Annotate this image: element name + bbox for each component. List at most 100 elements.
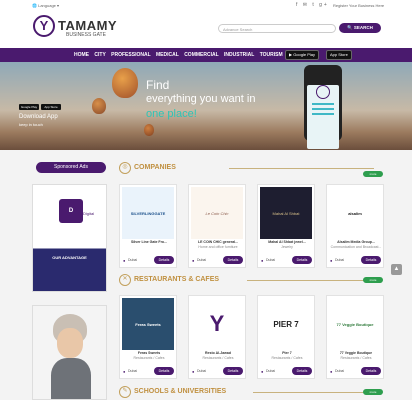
sponsored-ad[interactable]: D Digital OUR ADVANTAGE: [32, 184, 107, 292]
company-logo: Mahal Al Shbat: [260, 187, 312, 239]
hero-subheading: everything you want in: [146, 93, 256, 105]
nav-item-commercial[interactable]: COMMERCIAL: [184, 52, 218, 58]
hero-app-store-button[interactable]: App Store: [41, 104, 61, 110]
logo-name[interactable]: TAMAMY: [58, 18, 117, 33]
nav-item-professional[interactable]: PROFESSIONAL: [111, 52, 150, 58]
main-nav: HOME CITY PROFESSIONAL MEDICAL COMMERCIA…: [0, 48, 412, 62]
restaurant-category: Restaurants / Cafes: [133, 356, 165, 360]
restaurant-card[interactable]: PIER 7 Pier 7 Restaurants / Cafes ● Duba…: [257, 295, 315, 379]
location-pin-icon: ●: [261, 369, 264, 374]
sponsored-ads-label: Sponsored Ads: [36, 162, 106, 173]
company-location: Dubai: [197, 258, 207, 262]
restaurant-location: Dubai: [128, 369, 138, 373]
school-icon: ✎: [119, 386, 131, 398]
restaurant-logo: 77 Veggie Boutique: [329, 298, 381, 350]
nav-item-home[interactable]: HOME: [74, 52, 89, 58]
details-button[interactable]: Details: [292, 367, 312, 375]
social-icons[interactable]: f ✉ t g+: [296, 2, 329, 8]
more-button[interactable]: more: [363, 277, 383, 283]
nav-item-tourism[interactable]: TOURISM: [260, 52, 283, 58]
location-pin-icon: ●: [123, 258, 126, 263]
scroll-to-top-button[interactable]: ▲: [391, 264, 402, 275]
search-input[interactable]: Advance Search: [218, 24, 336, 33]
shoulders-image: [51, 358, 91, 399]
company-location: Dubai: [335, 258, 345, 262]
balloon-image: [112, 68, 138, 98]
language-label: Language: [38, 3, 56, 8]
section-companies: ◎ COMPANIES: [119, 162, 385, 174]
ad-caption: OUR ADVANTAGE: [52, 255, 87, 260]
app-logo-icon: [316, 85, 330, 99]
more-button[interactable]: more: [363, 171, 383, 177]
nav-item-medical[interactable]: MEDICAL: [156, 52, 179, 58]
restaurant-category: Restaurants / Cafes: [271, 356, 303, 360]
details-button[interactable]: Details: [223, 256, 243, 264]
details-button[interactable]: Details: [361, 256, 381, 264]
company-category: Jewelry: [281, 245, 293, 249]
company-card[interactable]: Mahal Al Shbat Mahal Al Shbat jewel... J…: [257, 184, 315, 268]
company-logo: Le Coin Chic: [191, 187, 243, 239]
restaurant-category: Restaurants / Cafes: [340, 356, 372, 360]
phone-mockup: [304, 65, 342, 149]
details-button[interactable]: Details: [154, 367, 174, 375]
details-button[interactable]: Details: [154, 256, 174, 264]
google-play-button[interactable]: ▶ Google Play: [285, 50, 319, 60]
header: Y TAMAMY BUSINESS GATE Advance Search 🔍 …: [0, 10, 412, 48]
section-divider: [247, 280, 374, 281]
company-name: LE COIN CHIC general...: [197, 240, 239, 244]
restaurant-name: 77 Veggie Boutique: [339, 351, 373, 355]
details-button[interactable]: Details: [361, 367, 381, 375]
restaurant-name: Pier 7: [282, 351, 292, 355]
app-store-button[interactable]: App Store: [326, 50, 352, 60]
nav-item-industrial[interactable]: INDUSTRIAL: [224, 52, 254, 58]
logo-icon[interactable]: Y: [33, 15, 55, 37]
face-image: [57, 328, 83, 358]
nav-item-city[interactable]: CITY: [94, 52, 105, 58]
restaurant-location: Dubai: [197, 369, 207, 373]
company-location: Dubai: [266, 258, 276, 262]
register-link[interactable]: Register Your Business Here: [333, 3, 384, 8]
company-card[interactable]: Le Coin Chic LE COIN CHIC general... Hom…: [188, 184, 246, 268]
company-card[interactable]: SILVERLINGGATE Silver Line Gate Fro... ●…: [119, 184, 177, 268]
more-button[interactable]: more: [363, 389, 383, 395]
hero-google-play-button[interactable]: Google Play: [19, 104, 39, 110]
restaurant-location: Dubai: [335, 369, 345, 373]
location-pin-icon: ●: [192, 369, 195, 374]
search-button[interactable]: 🔍 SEARCH: [339, 23, 381, 33]
language-selector[interactable]: 🌐 Language ▾: [32, 3, 59, 8]
location-pin-icon: ●: [330, 258, 333, 263]
ad-title: Digital: [83, 211, 95, 216]
section-divider: [253, 392, 374, 393]
hero-heading: Find: [146, 78, 170, 92]
companies-icon: ◎: [119, 162, 131, 174]
company-logo: alsalim: [329, 187, 381, 239]
section-title: RESTAURANTS & CAFES: [134, 276, 220, 283]
restaurant-card[interactable]: Y Resto Al-Jawad Restaurants / Cafes ● D…: [188, 295, 246, 379]
location-pin-icon: ●: [261, 258, 264, 263]
download-app-text: Download App: [19, 114, 58, 120]
restaurant-card[interactable]: Feras Sweets Feras Sweets Restaurants / …: [119, 295, 177, 379]
section-title: COMPANIES: [134, 164, 176, 171]
balloon-image: [92, 98, 106, 114]
company-name: Alsalim Media Group...: [337, 240, 375, 244]
restaurant-logo: PIER 7: [260, 298, 312, 350]
app-store-label: App Store: [330, 52, 348, 57]
location-pin-icon: ●: [192, 258, 195, 263]
location-pin-icon: ●: [330, 369, 333, 374]
search-button-label: SEARCH: [353, 25, 373, 30]
sponsored-ad-portrait[interactable]: [32, 305, 107, 400]
restaurant-name: Resto Al-Jawad: [205, 351, 231, 355]
company-name: Mahal Al Shbat jewel...: [268, 240, 306, 244]
restaurant-location: Dubai: [266, 369, 276, 373]
company-name: Silver Line Gate Fro...: [131, 240, 167, 244]
restaurant-logo: Feras Sweets: [122, 298, 174, 350]
details-button[interactable]: Details: [292, 256, 312, 264]
details-button[interactable]: Details: [223, 367, 243, 375]
company-category: Communication and Broadcast...: [330, 245, 382, 249]
company-card[interactable]: alsalim Alsalim Media Group... Communica…: [326, 184, 384, 268]
balloon-image: [144, 124, 154, 136]
digital-logo-icon: D: [59, 199, 83, 223]
restaurant-card[interactable]: 77 Veggie Boutique 77 Veggie Boutique Re…: [326, 295, 384, 379]
hero-banner[interactable]: Find everything you want in one place! G…: [0, 62, 412, 150]
location-pin-icon: ●: [123, 369, 126, 374]
